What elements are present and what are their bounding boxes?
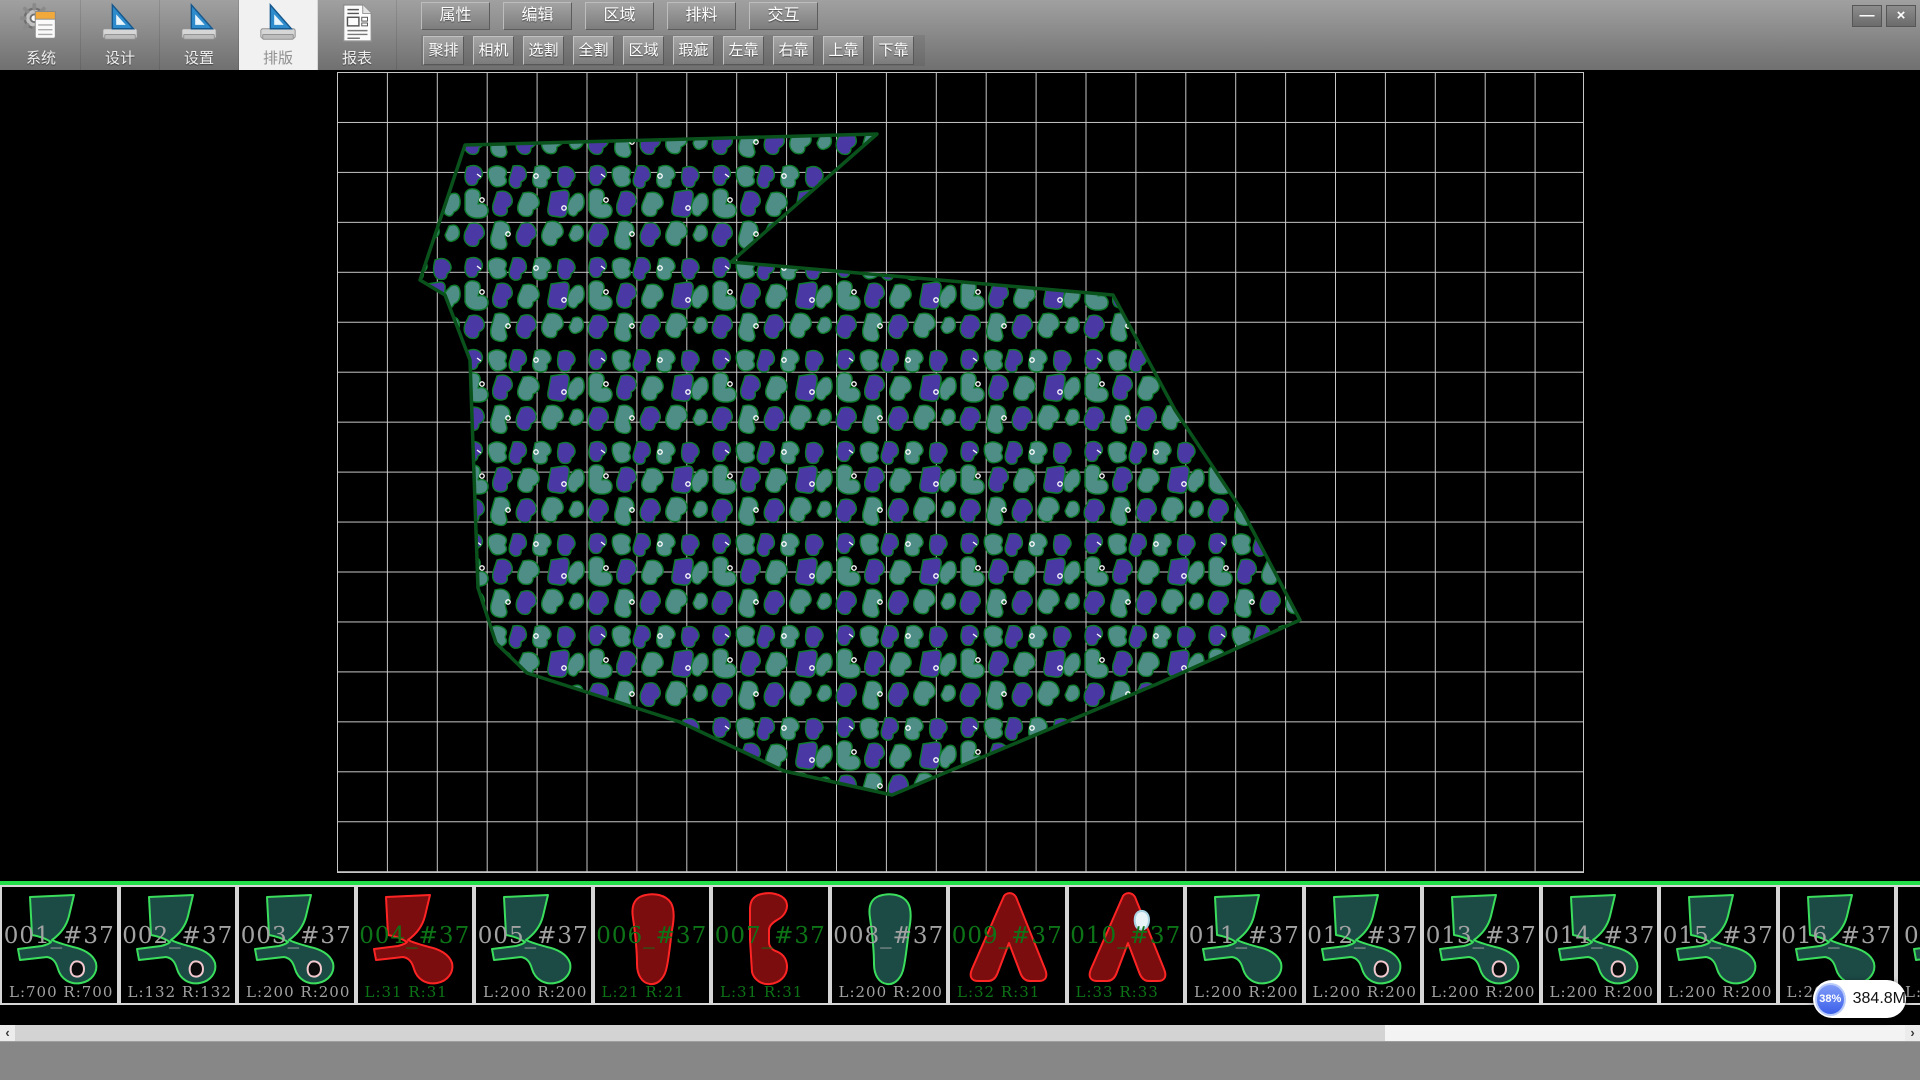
menu-item[interactable]: 交互 (749, 2, 818, 30)
part-lr-count: L:200 R:200 (246, 983, 350, 1001)
part-lr-count: L:31 R:31 (720, 983, 803, 1001)
tool-button[interactable]: 全割 (573, 36, 614, 65)
scrollbar-thumb[interactable] (15, 1025, 1385, 1041)
tool-button[interactable]: 聚排 (423, 36, 464, 65)
window-controls: — × (1848, 5, 1916, 27)
tool-button[interactable]: 右靠 (773, 36, 814, 65)
toolbar-button-nesting[interactable]: 排版 (239, 0, 318, 70)
tool-button[interactable]: 左靠 (723, 36, 764, 65)
horizontal-scrollbar[interactable]: ‹ › (0, 1025, 1920, 1041)
system-icon (20, 2, 62, 44)
part-thumbnail[interactable]: 003_#37 L:200 R:200 (237, 885, 356, 1005)
part-name: 013_#37 (1424, 923, 1539, 949)
part-lr-count: L:32 R:31 (957, 983, 1040, 1001)
memory-value: 384.8M (1853, 990, 1906, 1008)
part-thumbnail[interactable]: 007_#37 L:31 R:31 (711, 885, 830, 1005)
toolbar-button-label: 设置 (184, 47, 214, 68)
part-name: 009_#37 (950, 923, 1065, 949)
report-icon (336, 2, 378, 44)
part-thumbnail[interactable]: 010_#37 L:33 R:33 (1067, 885, 1186, 1005)
part-thumbnail[interactable]: 013_#37 L:200 R:200 (1422, 885, 1541, 1005)
toolbar-button-design[interactable]: 设计 (81, 0, 160, 70)
part-thumbnail[interactable]: 006_#37 L:21 R:21 (593, 885, 712, 1005)
status-bar (0, 1041, 1920, 1080)
part-name: 0 (1898, 923, 1920, 949)
main-toolbar: 系统设计设置排版报表 属性编辑区域排料交互 聚排相机选割全割区域瑕疵左靠右靠上靠… (0, 0, 1920, 70)
part-name: 004_#37 (358, 923, 473, 949)
part-thumbnail[interactable]: 001_#37 L:700 R:700 (0, 885, 119, 1005)
tool-button[interactable]: 瑕疵 (673, 36, 714, 65)
toolbar-button-settings[interactable]: 设置 (160, 0, 239, 70)
tool-button[interactable]: 区域 (623, 36, 664, 65)
toolbar-button-label: 系统 (26, 47, 56, 68)
scroll-left-arrow[interactable]: ‹ (0, 1025, 15, 1041)
tool-button[interactable]: 选割 (523, 36, 564, 65)
menu-item[interactable]: 编辑 (503, 2, 572, 30)
part-lr-count: L: (1905, 983, 1920, 1001)
part-name: 014_#37 (1543, 923, 1658, 949)
tool-button[interactable]: 下靠 (873, 36, 914, 65)
part-name: 002_#37 (121, 923, 236, 949)
parts-strip: 001_#37 L:700 R:700 002_#37 L:132 R:132 003_… (0, 885, 1920, 1005)
part-lr-count: L:21 R:21 (602, 983, 685, 1001)
part-lr-count: L:200 R:200 (1431, 983, 1535, 1001)
menu-item[interactable]: 属性 (421, 2, 490, 30)
part-name: 012_#37 (1306, 923, 1421, 949)
part-name: 011_#37 (1187, 923, 1302, 949)
toolbar-button-label: 设计 (105, 47, 135, 68)
part-name: 003_#37 (239, 923, 354, 949)
part-thumbnail[interactable]: 002_#37 L:132 R:132 (119, 885, 238, 1005)
part-thumbnail[interactable]: 008_#37 L:200 R:200 (830, 885, 949, 1005)
progress-circle: 38% (1815, 983, 1846, 1016)
part-thumbnail[interactable]: 011_#37 L:200 R:200 (1185, 885, 1304, 1005)
design-icon (99, 2, 141, 44)
part-name: 008_#37 (832, 923, 947, 949)
part-thumbnail[interactable]: 015_#37 L:200 R:200 (1659, 885, 1778, 1005)
part-lr-count: L:200 R:200 (839, 983, 943, 1001)
part-thumbnail[interactable]: 014_#37 L:200 R:200 (1541, 885, 1660, 1005)
toolbar-main-buttons: 系统 设计 设置 排版 报表 (2, 0, 397, 70)
part-lr-count: L:700 R:700 (9, 983, 113, 1001)
nesting-icon (257, 2, 299, 44)
minimize-button[interactable]: — (1852, 5, 1882, 27)
part-lr-count: L:200 R:200 (1313, 983, 1417, 1001)
toolbar-button-label: 排版 (263, 47, 293, 68)
part-lr-count: L:200 R:200 (1194, 983, 1298, 1001)
part-lr-count: L:200 R:200 (1668, 983, 1772, 1001)
menu-bar: 属性编辑区域排料交互 (421, 2, 831, 31)
menu-item[interactable]: 排料 (667, 2, 736, 30)
part-name: 010_#37 (1069, 923, 1184, 949)
part-thumbnail[interactable]: 009_#37 L:32 R:31 (948, 885, 1067, 1005)
settings-icon (178, 2, 220, 44)
close-button[interactable]: × (1886, 5, 1916, 27)
tool-button[interactable]: 相机 (473, 36, 514, 65)
toolbar-button-system[interactable]: 系统 (2, 0, 81, 70)
part-thumbnail[interactable]: 004_#37 L:31 R:31 (356, 885, 475, 1005)
part-thumbnail[interactable]: 012_#37 L:200 R:200 (1304, 885, 1423, 1005)
nesting-canvas[interactable] (337, 72, 1584, 873)
part-lr-count: L:200 R:200 (1550, 983, 1654, 1001)
menu-item[interactable]: 区域 (585, 2, 654, 30)
part-thumbnail[interactable]: 005_#37 L:200 R:200 (474, 885, 593, 1005)
toolbar-button-label: 报表 (342, 47, 372, 68)
part-lr-count: L:132 R:132 (128, 983, 232, 1001)
part-lr-count: L:31 R:31 (365, 983, 448, 1001)
part-lr-count: L:200 R:200 (483, 983, 587, 1001)
part-name: 006_#37 (595, 923, 710, 949)
part-name: 007_#37 (713, 923, 828, 949)
tool-button[interactable]: 上靠 (823, 36, 864, 65)
memory-badge: 38% 384.8M (1813, 980, 1906, 1018)
part-name: 015_#37 (1661, 923, 1776, 949)
scroll-right-arrow[interactable]: › (1905, 1025, 1920, 1041)
part-lr-count: L:33 R:33 (1076, 983, 1159, 1001)
part-name: 016_#37 (1780, 923, 1895, 949)
app-window: 系统设计设置排版报表 属性编辑区域排料交互 聚排相机选割全割区域瑕疵左靠右靠上靠… (0, 0, 1920, 1080)
tool-bar: 聚排相机选割全割区域瑕疵左靠右靠上靠下靠 (421, 35, 925, 66)
part-name: 005_#37 (476, 923, 591, 949)
toolbar-button-report[interactable]: 报表 (318, 0, 397, 70)
part-name: 001_#37 (2, 923, 117, 949)
